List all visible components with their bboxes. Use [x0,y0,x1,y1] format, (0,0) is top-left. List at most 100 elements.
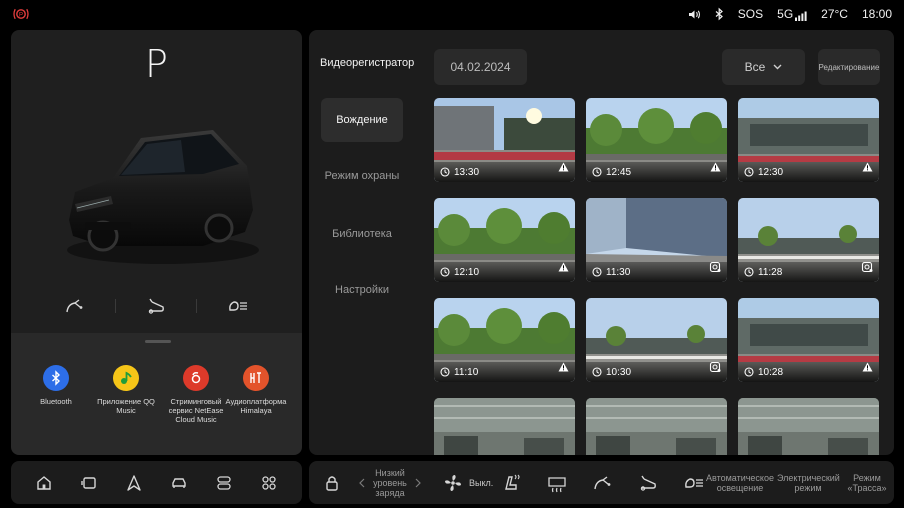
chevron-right-icon [415,478,421,487]
clip-thumbnail[interactable] [586,398,727,455]
clip-thumbnail[interactable]: 11:30 [586,198,727,282]
clip-thumbnail[interactable]: 12:10 [434,198,575,282]
charge-label: Низкий уровень заряда [373,467,407,498]
app-label: Аудиоплатформа Himalaya [225,397,287,415]
seat-heating-icon [505,474,520,490]
volume-icon[interactable] [688,9,701,20]
clip-thumbnail[interactable]: 13:30 [434,98,575,182]
screen-icon[interactable] [80,474,98,492]
netease-music-icon [183,365,209,391]
clip-thumbnail[interactable]: 12:45 [586,98,727,182]
app-shortcuts: Bluetooth Приложение QQ Music Стримингов… [11,333,302,455]
navigation-icon[interactable] [125,474,143,492]
highway-mode-label: Режим «Трасса» [847,472,887,493]
clip-time: 10:30 [606,366,632,378]
tailgate-icon[interactable] [146,298,166,314]
clock-icon [440,367,450,377]
clip-info-bar: 11:28 [738,262,879,282]
auto-light-button[interactable]: Автоматическое освещение [683,461,775,504]
app-qq-music[interactable]: Приложение QQ Music [91,365,161,415]
clock: 18:00 [861,7,892,21]
tailgate-button[interactable] [638,461,658,504]
lock-icon [326,475,338,491]
tailgate-icon [640,475,656,491]
app-bluetooth[interactable]: Bluetooth [21,365,91,406]
clip-thumbnail[interactable]: 10:28 [738,298,879,382]
clip-info-bar: 12:10 [434,262,575,282]
network-label: 5G [777,7,794,21]
vehicle-panel: P [11,30,302,333]
drawer-handle[interactable] [145,340,171,343]
clip-thumbnail[interactable]: 10:30 [586,298,727,382]
car-control-icon[interactable] [170,474,188,492]
filter-value: Все [744,60,766,74]
clip-thumbnail[interactable]: 12:30 [738,98,879,182]
fan-control[interactable]: Выкл. [443,461,493,504]
status-bar: P SOS 5G 27°C 18:00 [0,0,904,28]
nav-settings[interactable]: Настройки [321,268,403,312]
electric-mode-label: Электрический режим [777,472,840,493]
sos-button[interactable]: SOS [738,7,763,21]
headlights-icon[interactable] [227,298,249,314]
clip-time: 10:28 [758,366,784,378]
date-picker[interactable]: 04.02.2024 [434,49,527,85]
chevron-down-icon [773,64,782,70]
rear-defrost-button[interactable] [546,461,568,504]
page-title: Видеорегистратор [320,57,415,69]
clip-info-bar: 11:10 [434,362,575,382]
clip-preview-image [738,398,879,455]
clock-icon [592,367,602,377]
warning-icon [862,359,873,377]
network-status: 5G [777,7,807,21]
edit-button[interactable]: Редактирование [818,49,880,85]
headlights-icon [685,477,703,488]
nav-library[interactable]: Библиотека [321,212,403,256]
capture-icon [709,359,721,377]
warning-icon [862,159,873,177]
charging-port-button[interactable] [593,461,613,504]
dock-right: Низкий уровень заряда Выкл. Автоматическ… [309,461,894,504]
outside-temperature: 27°C [821,7,848,21]
home-icon[interactable] [35,474,53,492]
clock-icon [592,267,602,277]
signal-icon [795,11,807,21]
clip-info-bar: 12:30 [738,162,879,182]
parking-brake-alert-icon: P [13,8,29,20]
svg-text:P: P [19,12,23,18]
clip-thumbnail[interactable]: 11:10 [434,298,575,382]
charging-port-icon[interactable] [65,298,85,314]
clip-thumbnail[interactable] [434,398,575,455]
warning-icon [558,159,569,177]
auto-light-label: Автоматическое освещение [705,472,774,493]
seat-heating-button[interactable] [501,461,521,504]
charging-port-icon [594,475,611,489]
apps-grid-icon[interactable] [260,474,278,492]
clip-time: 11:28 [758,266,783,278]
toggles-icon[interactable] [215,474,233,492]
highway-mode-button[interactable]: Режим «Трасса» [845,461,889,504]
gear-indicator: P [145,42,168,86]
clip-info-bar: 12:45 [586,162,727,182]
warning-icon [710,159,721,177]
electric-mode-button[interactable]: Электрический режим [777,461,840,504]
nav-driving[interactable]: Вождение [321,98,403,142]
charge-level-control[interactable]: Низкий уровень заряда [359,461,421,504]
nav-sentry-mode[interactable]: Режим охраны [321,154,403,198]
divider [114,299,116,313]
lock-button[interactable] [325,461,339,504]
bluetooth-status-icon[interactable] [715,7,724,21]
app-himalaya[interactable]: Аудиоплатформа Himalaya [221,365,291,415]
bluetooth-icon [43,365,69,391]
app-label: Bluetooth [40,397,72,406]
clock-icon [744,367,754,377]
rear-defrost-icon [548,476,566,492]
clip-thumbnail[interactable]: 11:28 [738,198,879,282]
fan-label: Выкл. [469,477,494,488]
filter-dropdown[interactable]: Все [722,49,805,85]
capture-icon [709,259,721,277]
clip-time: 11:30 [606,266,631,278]
warning-icon [558,259,569,277]
clip-thumbnail[interactable] [738,398,879,455]
clock-icon [744,267,754,277]
clip-time: 12:45 [606,166,632,178]
